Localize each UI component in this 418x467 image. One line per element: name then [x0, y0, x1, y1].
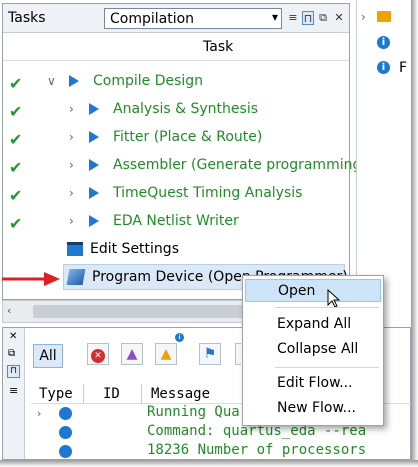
check-icon: ✔	[9, 214, 23, 233]
menu-item-edit-flow[interactable]: Edit Flow...	[245, 372, 381, 395]
column-type[interactable]: Type	[39, 386, 73, 402]
context-menu: Open Expand All Collapse All Edit Flow..…	[242, 275, 384, 426]
menu-item-expand-all[interactable]: Expand All	[245, 313, 381, 336]
task-label: Compile Design	[93, 73, 204, 89]
right-panel: › i i F	[356, 0, 411, 300]
chevron-right-icon[interactable]: ›	[37, 407, 41, 420]
menu-item-new-flow[interactable]: New Flow...	[245, 397, 381, 420]
chevron-left-icon[interactable]: ‹	[7, 304, 11, 317]
run-icon[interactable]	[89, 131, 99, 143]
tasks-header: Tasks Compilation ▾ ≡ ⊓ ⧉ ✕	[3, 4, 349, 33]
column-divider	[141, 384, 142, 404]
run-icon[interactable]	[89, 187, 99, 199]
filter-all-button[interactable]: All	[33, 344, 63, 368]
column-divider	[83, 384, 84, 404]
close-icon[interactable]: ✕	[9, 331, 17, 342]
task-label: Assembler (Generate programming	[113, 157, 362, 173]
red-arrow-icon	[2, 272, 60, 286]
menu-item-collapse-all[interactable]: Collapse All	[245, 338, 381, 361]
info-icon	[59, 426, 72, 439]
task-label: Analysis & Synthesis	[113, 101, 258, 117]
check-icon: ✔	[9, 158, 23, 177]
check-icon: ✔	[9, 186, 23, 205]
menu-icon[interactable]: ≡	[9, 384, 18, 397]
menu-item-label: New Flow...	[277, 400, 357, 416]
flow-select-value: Compilation	[110, 11, 195, 27]
error-icon: ✕	[91, 349, 105, 363]
task-column-header[interactable]: Task	[3, 34, 349, 61]
menu-item-label: Collapse All	[277, 341, 359, 357]
task-row-timequest[interactable]: ✔ › TimeQuest Timing Analysis	[3, 180, 349, 208]
run-icon[interactable]	[89, 103, 99, 115]
folder-icon	[377, 11, 391, 22]
check-icon: ✔	[9, 74, 23, 93]
chevron-right-icon[interactable]: ›	[69, 214, 74, 228]
message-text: 18236 Number of processors	[147, 442, 367, 458]
chevron-down-icon: ▾	[271, 10, 278, 24]
menu-separator	[275, 307, 379, 308]
flag-filter-button[interactable]: ⚑	[199, 343, 221, 365]
task-row-compile-design[interactable]: ✔ ∨ Compile Design	[3, 68, 349, 96]
tasks-title: Tasks	[8, 10, 46, 26]
flag-icon: ⚑	[203, 346, 217, 362]
task-row-assembler[interactable]: ✔ › Assembler (Generate programming	[3, 152, 361, 180]
warning-filter-button[interactable]: ▲	[155, 343, 177, 365]
critical-warning-icon: ▲	[126, 346, 138, 362]
torn-edge-right	[411, 0, 418, 467]
messages-side-toolbar: ✕ ⧉ ⊓ ≡	[3, 328, 25, 459]
info-icon: i	[377, 36, 390, 49]
run-icon[interactable]	[69, 75, 79, 87]
chevron-right-icon[interactable]: ›	[69, 186, 74, 200]
tasks-pane: Tasks Compilation ▾ ≡ ⊓ ⧉ ✕ Task ✔ ∨ Com…	[2, 3, 361, 300]
chevron-right-icon[interactable]: ›	[69, 158, 74, 172]
menu-item-label: Expand All	[277, 316, 352, 332]
quartus-ui: Tasks Compilation ▾ ≡ ⊓ ⧉ ✕ Task ✔ ∨ Com…	[0, 0, 411, 460]
message-row[interactable]: 18236 Number of processors	[31, 442, 411, 458]
task-label: Fitter (Place & Route)	[113, 129, 263, 145]
pin-icon[interactable]: ⊓	[302, 11, 314, 25]
menu-item-open[interactable]: Open	[245, 279, 381, 302]
task-row-eda-netlist[interactable]: ✔ › EDA Netlist Writer	[3, 208, 349, 236]
float-icon[interactable]: ⧉	[317, 11, 329, 25]
info-badge-icon: i	[175, 333, 184, 342]
task-column-label: Task	[203, 39, 234, 55]
filter-all-label: All	[39, 348, 57, 364]
settings-window-icon	[67, 242, 83, 256]
warning-icon: ▲	[160, 346, 172, 362]
info-icon	[59, 407, 72, 420]
menu-item-label: Open	[278, 283, 316, 299]
info-icon: i	[377, 61, 390, 74]
menu-separator	[275, 367, 379, 368]
right-panel-text: F	[399, 60, 408, 76]
chevron-right-icon[interactable]: ›	[69, 102, 74, 116]
toolbar-button-partial[interactable]	[235, 343, 241, 365]
programmer-icon	[66, 269, 86, 285]
error-filter-button[interactable]: ✕	[87, 343, 109, 365]
info-icon	[59, 445, 72, 458]
column-id[interactable]: ID	[103, 386, 120, 402]
float-icon[interactable]: ⧉	[8, 348, 15, 359]
menu-item-label: Edit Flow...	[277, 375, 353, 391]
check-icon: ✔	[9, 102, 23, 121]
flow-select[interactable]: Compilation ▾	[104, 8, 282, 29]
chevron-down-icon[interactable]: ∨	[47, 74, 56, 88]
task-row-fitter[interactable]: ✔ › Fitter (Place & Route)	[3, 124, 349, 152]
task-label: TimeQuest Timing Analysis	[113, 185, 303, 201]
mouse-cursor-icon	[327, 289, 341, 308]
critical-warning-filter-button[interactable]: ▲	[121, 343, 143, 365]
task-label: Edit Settings	[90, 241, 179, 257]
chevron-right-icon[interactable]: ›	[69, 130, 74, 144]
torn-edge-bottom	[0, 460, 418, 467]
menu-icon[interactable]: ≡	[287, 11, 299, 25]
pin-icon[interactable]: ⊓	[7, 365, 20, 378]
check-icon: ✔	[9, 130, 23, 149]
run-icon[interactable]	[89, 215, 99, 227]
run-icon[interactable]	[89, 159, 99, 171]
task-row-analysis[interactable]: ✔ › Analysis & Synthesis	[3, 96, 349, 124]
close-icon[interactable]: ✕	[333, 11, 345, 25]
chevron-right-icon[interactable]: ›	[361, 10, 366, 24]
task-row-edit-settings[interactable]: Edit Settings	[3, 236, 349, 264]
column-message[interactable]: Message	[151, 386, 210, 402]
task-label: EDA Netlist Writer	[113, 213, 239, 229]
